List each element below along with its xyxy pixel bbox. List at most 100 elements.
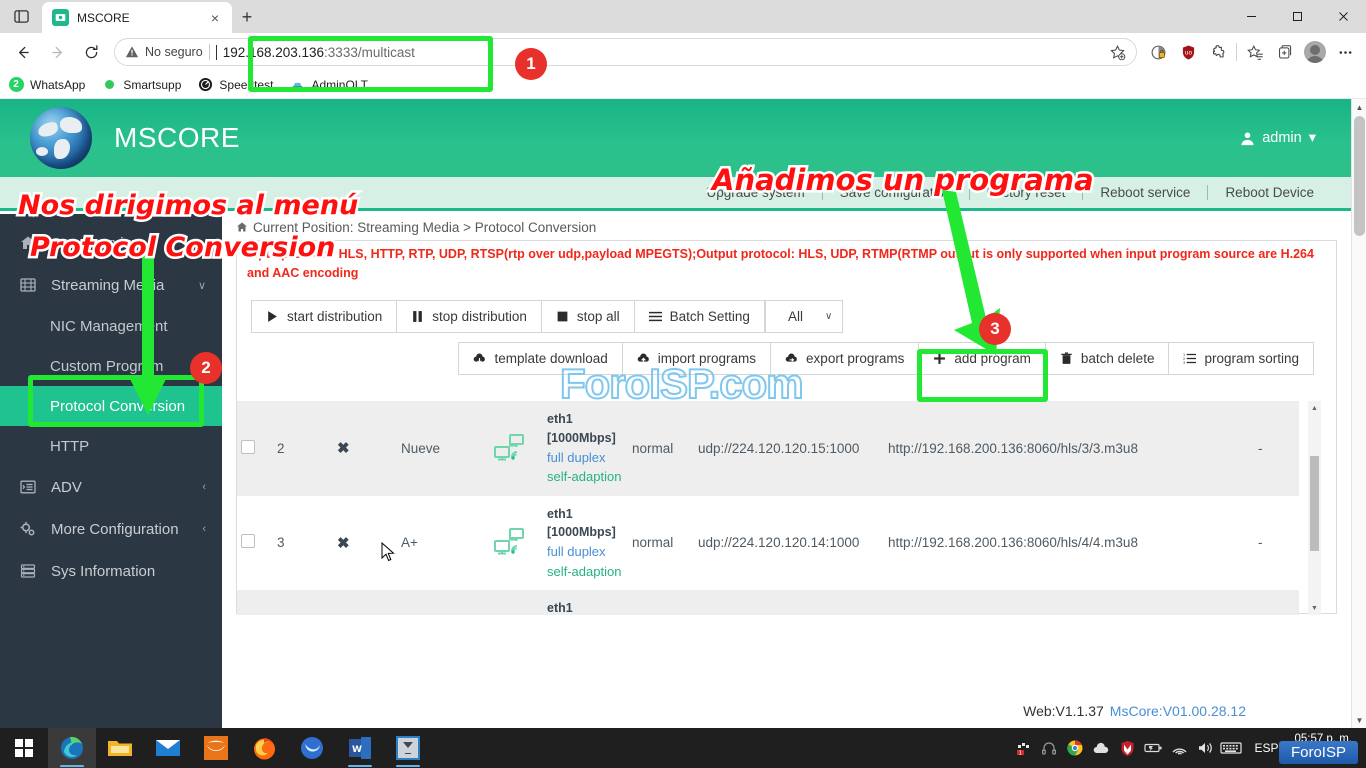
sidebar-item-sys-information[interactable]: Sys Information	[0, 550, 222, 592]
new-tab-button[interactable]: +	[232, 2, 262, 33]
app-subnav: Upgrade system Save configuration Factor…	[0, 177, 1351, 211]
row-nic-info: eth1	[543, 590, 628, 615]
taskbar-app-winbox[interactable]	[384, 728, 432, 768]
forward-arrow-icon[interactable]	[40, 35, 74, 69]
sidebar-item-label: Sys Overview	[51, 235, 143, 252]
toolbar-primary: start distribution stop distribution sto…	[237, 284, 1336, 333]
table-row[interactable]: eth1	[237, 590, 1299, 615]
page-scrollbar[interactable]: ▲ ▼	[1351, 99, 1366, 728]
annotation-badge-2: 2	[190, 352, 222, 384]
sidebar-item-sys-overview[interactable]: Sys Overview	[0, 222, 222, 264]
puzzle-extension-icon[interactable]	[1203, 37, 1233, 67]
row-checkbox-cell[interactable]	[237, 401, 273, 496]
tab-search-icon[interactable]	[0, 0, 42, 33]
maximize-button[interactable]	[1274, 0, 1320, 33]
toolbar-divider	[1236, 43, 1237, 61]
volume-icon[interactable]	[1192, 728, 1218, 768]
wifi-icon[interactable]	[1166, 728, 1192, 768]
sidebar-item-more-configuration[interactable]: More Configuration ‹	[0, 508, 222, 550]
cloud-download-icon	[473, 352, 486, 365]
taskbar-app-jdownloader[interactable]	[288, 728, 336, 768]
headset-icon[interactable]	[1036, 728, 1062, 768]
chrome-icon[interactable]	[1062, 728, 1088, 768]
sidebar-item-label: Sys Information	[51, 563, 155, 580]
page-scroll-down-icon[interactable]: ▼	[1352, 712, 1366, 728]
program-sorting-button[interactable]: 123 program sorting	[1168, 342, 1314, 375]
filter-value: All	[788, 309, 803, 324]
chevron-down-icon: ∨	[198, 279, 206, 292]
scroll-down-icon[interactable]: ▼	[1308, 601, 1321, 615]
keyboard-icon[interactable]	[1218, 728, 1244, 768]
favorites-list-icon[interactable]	[1240, 37, 1270, 67]
bookmark-whatsapp[interactable]: 2 WhatsApp	[8, 77, 85, 93]
batch-setting-button[interactable]: Batch Setting	[634, 300, 765, 333]
batch-delete-button[interactable]: batch delete	[1045, 342, 1169, 375]
window-close-button[interactable]	[1320, 0, 1366, 33]
taskbar-app-file-explorer[interactable]	[96, 728, 144, 768]
browser-titlebar: MSCORE × +	[0, 0, 1366, 33]
taskbar-app-edge[interactable]	[48, 728, 96, 768]
table-row[interactable]: 2 ✖ Nueve eth1 [1000Mbps] full duplex	[237, 401, 1299, 496]
stop-distribution-button[interactable]: stop distribution	[396, 300, 541, 333]
sidebar-item-adv[interactable]: ADV ‹	[0, 466, 222, 508]
start-distribution-button[interactable]: start distribution	[251, 300, 396, 333]
list-icon	[18, 479, 37, 495]
add-favorite-icon[interactable]	[1102, 37, 1132, 67]
onedrive-sync-icon[interactable]: 1	[1010, 728, 1036, 768]
sidebar-item-nic-management[interactable]: NIC Management	[0, 306, 222, 346]
row-status-mark[interactable]	[333, 590, 397, 615]
scroll-up-icon[interactable]: ▲	[1308, 401, 1321, 415]
stop-all-button[interactable]: stop all	[541, 300, 634, 333]
close-icon[interactable]: ×	[204, 7, 226, 29]
sidebar-item-http[interactable]: HTTP	[0, 426, 222, 466]
minimize-button[interactable]	[1228, 0, 1274, 33]
table-row[interactable]: 3 ✖ A+ eth1 [1000Mbps] full duplex	[237, 496, 1299, 591]
row-state	[628, 590, 694, 615]
nic-duplex: full duplex	[547, 542, 624, 562]
page-scroll-up-icon[interactable]: ▲	[1352, 99, 1366, 115]
row-checkbox[interactable]	[241, 440, 255, 454]
taskbar-app-word[interactable]: W	[336, 728, 384, 768]
cloud-icon[interactable]	[1088, 728, 1114, 768]
subnav-reboot-service[interactable]: Reboot service	[1083, 185, 1207, 200]
row-checkbox[interactable]	[241, 534, 255, 548]
table-scrollbar[interactable]: ▲ ▼	[1308, 401, 1321, 615]
tab-title: MSCORE	[77, 11, 196, 25]
settings-more-icon[interactable]	[1330, 37, 1360, 67]
row-index	[273, 590, 333, 615]
sidebar-item-label: More Configuration	[51, 521, 179, 538]
mcafee-shield-icon[interactable]	[1114, 728, 1140, 768]
row-output-url: http://192.168.200.136:8060/hls/3/3.m3u8	[884, 401, 1254, 496]
back-arrow-icon[interactable]	[6, 35, 40, 69]
svg-text:1: 1	[1019, 750, 1023, 756]
profile-avatar[interactable]	[1300, 37, 1330, 67]
subnav-factory-reset[interactable]: Factory reset	[970, 185, 1083, 200]
row-status-mark[interactable]: ✖	[333, 401, 397, 496]
row-checkbox-cell[interactable]	[237, 496, 273, 591]
taskbar-app-firefox[interactable]	[240, 728, 288, 768]
row-state: normal	[628, 496, 694, 591]
battery-icon[interactable]	[1140, 728, 1166, 768]
security-warning[interactable]: No seguro	[125, 45, 203, 59]
row-checkbox-cell[interactable]	[237, 590, 273, 615]
chevron-down-icon: ∨	[825, 311, 832, 322]
filter-select[interactable]: All ∨	[765, 300, 843, 333]
scroll-thumb[interactable]	[1310, 456, 1319, 551]
subnav-upgrade-system[interactable]: Upgrade system	[689, 185, 821, 200]
row-nic-info: eth1 [1000Mbps] full duplex self-adaptio…	[543, 401, 628, 496]
reload-icon[interactable]	[74, 35, 108, 69]
bookmark-smartsupp[interactable]: Smartsupp	[101, 77, 181, 93]
browser-tab[interactable]: MSCORE ×	[42, 2, 232, 33]
user-menu[interactable]: admin ▾	[1240, 130, 1316, 146]
windows-start-icon[interactable]	[0, 728, 48, 768]
taskbar-app-thunderbird[interactable]	[192, 728, 240, 768]
subnav-save-configuration[interactable]: Save configuration	[823, 185, 969, 200]
extension-shield-icon[interactable]	[1143, 37, 1173, 67]
row-input-url: udp://224.120.120.14:1000	[694, 496, 884, 591]
taskbar-app-mail[interactable]	[144, 728, 192, 768]
collections-icon[interactable]	[1270, 37, 1300, 67]
page-scroll-thumb[interactable]	[1354, 116, 1365, 236]
sidebar-item-streaming-media[interactable]: Streaming Media ∨	[0, 264, 222, 306]
ublock-icon[interactable]: uo	[1173, 37, 1203, 67]
subnav-reboot-device[interactable]: Reboot Device	[1208, 185, 1331, 200]
